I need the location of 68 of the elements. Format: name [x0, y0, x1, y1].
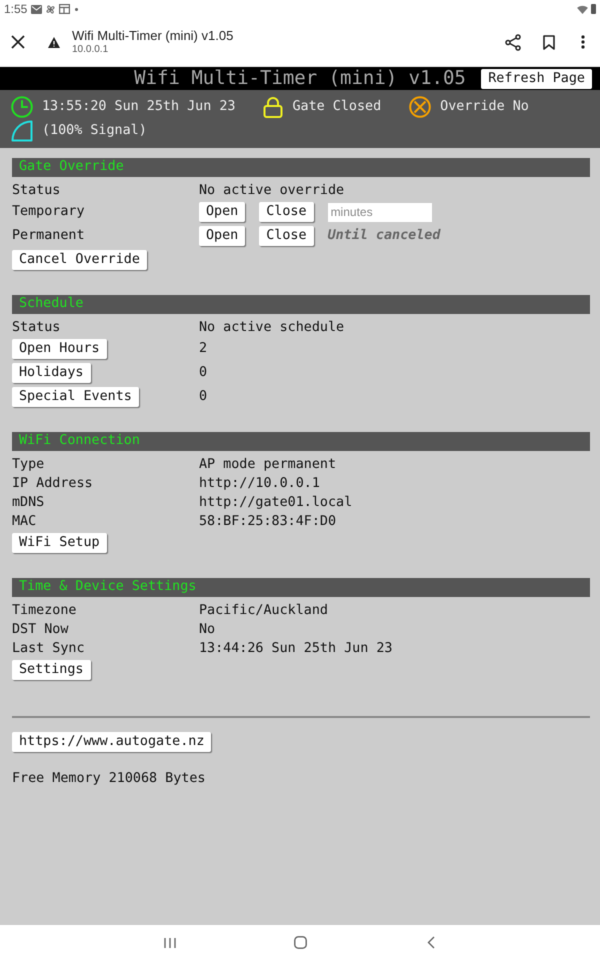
- field-value: 58:BF:25:83:4F:D0: [199, 513, 338, 531]
- minutes-input[interactable]: minutes: [328, 202, 432, 222]
- field-value: 0: [199, 364, 208, 382]
- page-url: 10.0.0.1: [72, 44, 110, 56]
- field-label: Temporary: [12, 202, 86, 221]
- override-note: Until canceled: [328, 226, 440, 245]
- override-button[interactable]: Close: [259, 226, 314, 246]
- schedule-button[interactable]: Open Hours: [12, 338, 107, 359]
- back-icon[interactable]: [426, 936, 434, 949]
- dot-icon: [75, 8, 78, 10]
- section-header: Time & Device Settings: [12, 578, 590, 597]
- section-header: Gate Override: [12, 158, 590, 177]
- field-label: MAC: [12, 513, 38, 531]
- recent-apps-icon[interactable]: [164, 936, 176, 948]
- refresh-button[interactable]: Refresh Page: [481, 68, 592, 88]
- free-memory-text: Free Memory 210068 Bytes: [12, 770, 206, 788]
- schedule-button[interactable]: Special Events: [12, 386, 139, 407]
- circle-x-icon: [409, 96, 432, 118]
- bookmark-icon[interactable]: [543, 34, 555, 50]
- fan-icon: [45, 4, 56, 14]
- action-button[interactable]: WiFi Setup: [12, 533, 107, 553]
- field-value: 13:44:26 Sun 25th Jun 23: [199, 640, 394, 658]
- field-label: DST Now: [12, 621, 70, 639]
- close-icon[interactable]: [11, 35, 25, 49]
- field-label: Status: [12, 319, 62, 337]
- share-icon[interactable]: [505, 34, 521, 50]
- field-label: Type: [12, 456, 46, 474]
- page-title: Wifi Multi-Timer (mini) v1.05: [72, 28, 234, 44]
- override-button[interactable]: Close: [259, 202, 314, 222]
- section-header: Schedule: [12, 295, 590, 314]
- clock-icon: [11, 96, 33, 118]
- field-value: No: [199, 621, 216, 639]
- field-value: http://10.0.0.1: [199, 475, 321, 493]
- action-button[interactable]: Cancel Override: [12, 250, 147, 270]
- home-icon[interactable]: [294, 936, 306, 949]
- clock-time: 1:55: [4, 1, 28, 18]
- section-header: WiFi Connection: [12, 432, 590, 451]
- gate-status: Gate Closed: [292, 98, 382, 116]
- window-icon: [59, 4, 70, 14]
- website-link-button[interactable]: https://www.autogate.nz: [12, 732, 212, 752]
- warning-icon: [48, 36, 60, 48]
- override-button[interactable]: Open: [199, 226, 246, 246]
- override-status: Override No: [440, 98, 529, 116]
- field-value: Pacific/Auckland: [199, 602, 329, 620]
- mail-icon: [31, 4, 42, 14]
- field-value: 0: [199, 388, 208, 406]
- clock-time: 13:55:20 Sun 25th Jun 23: [42, 98, 236, 116]
- field-value: No active override: [199, 182, 346, 200]
- field-label: Status: [12, 182, 62, 200]
- signal-strength: (100% Signal): [42, 122, 147, 140]
- wifi-icon: [577, 4, 588, 14]
- field-value: http://gate01.local: [199, 494, 354, 512]
- field-value: AP mode permanent: [199, 456, 338, 474]
- field-label: Last Sync: [12, 640, 86, 658]
- schedule-button[interactable]: Holidays: [12, 362, 90, 383]
- battery-icon: [591, 4, 596, 14]
- app-title: Wifi Multi-Timer (mini) v1.05: [134, 69, 466, 88]
- signal-icon: [11, 120, 33, 142]
- field-value: 2: [199, 340, 208, 358]
- field-label: mDNS: [12, 494, 46, 512]
- field-label: IP Address: [12, 475, 94, 493]
- field-value: No active schedule: [199, 319, 346, 337]
- field-label: Permanent: [12, 226, 86, 245]
- override-button[interactable]: Open: [199, 202, 246, 222]
- more-icon[interactable]: [581, 35, 585, 49]
- padlock-icon: [263, 96, 284, 118]
- field-label: Timezone: [12, 602, 78, 620]
- action-button[interactable]: Settings: [12, 660, 90, 680]
